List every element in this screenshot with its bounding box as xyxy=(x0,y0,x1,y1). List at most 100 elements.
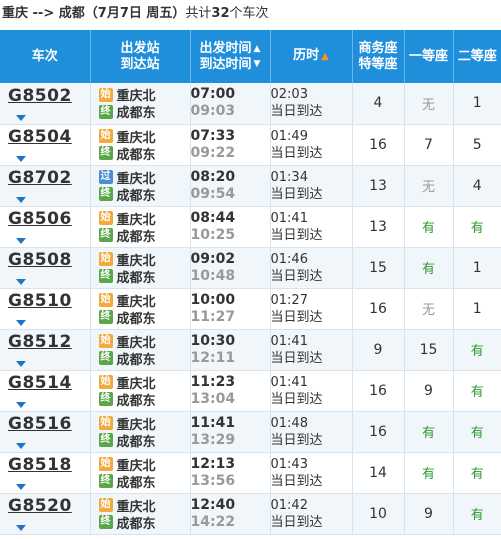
train-code-cell: G8702 xyxy=(0,165,91,207)
first-class-seat-count: 无 xyxy=(404,288,454,330)
chevron-down-icon[interactable] xyxy=(16,443,26,449)
arrival-day: 当日到达 xyxy=(270,186,323,202)
duration: 01:41 xyxy=(270,210,308,226)
chevron-down-icon[interactable] xyxy=(16,402,26,408)
sort-asc-icon[interactable]: ▲ xyxy=(321,51,329,62)
second-class-seat-count: 有 xyxy=(453,411,501,453)
chevron-down-icon[interactable] xyxy=(16,238,26,244)
duration-cell: 01:27 当日到达 xyxy=(270,288,353,330)
table-header-row: 车次 出发站 到达站 出发时间 到达时间 ▲ ▼ 历时 ▲ 商务座 特等座 一等座 二等座 xyxy=(0,30,501,83)
second-class-seat-count: 有 xyxy=(453,493,501,535)
start-station-icon: 始 xyxy=(98,129,113,143)
to-station: 终成都东 xyxy=(91,309,190,327)
time-cell: 07:00 09:03 xyxy=(190,83,271,125)
route-arrow: --> xyxy=(28,6,59,21)
from-station: 始重庆北 xyxy=(91,497,190,515)
station-cell: 始重庆北终成都东 xyxy=(90,124,191,166)
first-class-seat-count: 有 xyxy=(404,206,454,248)
chevron-down-icon[interactable] xyxy=(16,361,26,367)
train-code-link[interactable]: G8514 xyxy=(8,373,72,393)
business-seat-count: 10 xyxy=(352,493,405,535)
train-code-link[interactable]: G8510 xyxy=(8,291,72,311)
first-class-seat-count: 有 xyxy=(404,247,454,289)
to-station-name: 成都东 xyxy=(116,311,156,327)
header-time[interactable]: 出发时间 到达时间 ▲ ▼ xyxy=(190,30,271,83)
departure-time: 07:33 xyxy=(190,127,236,144)
chevron-down-icon[interactable] xyxy=(16,525,26,531)
end-station-icon: 终 xyxy=(98,515,113,529)
chevron-down-icon[interactable] xyxy=(16,320,26,326)
train-code-cell: G8504 xyxy=(0,124,91,166)
table-row: G8502 始重庆北终成都东 07:00 09:03 02:03 当日到达 4 无 1 xyxy=(0,83,501,125)
train-code-link[interactable]: G8518 xyxy=(8,455,72,475)
duration-cell: 01:41 当日到达 xyxy=(270,329,353,371)
departure-time: 09:02 xyxy=(190,250,236,267)
business-seat-count: 16 xyxy=(352,124,405,166)
arrival-time: 13:29 xyxy=(190,431,236,448)
departure-time: 07:00 xyxy=(190,86,236,103)
second-class-seat-count: 4 xyxy=(453,165,501,207)
first-class-seat-count: 无 xyxy=(404,83,454,125)
header-duration[interactable]: 历时 ▲ xyxy=(270,30,353,83)
train-code-link[interactable]: G8506 xyxy=(8,209,72,229)
route-summary: 重庆 --> 成都（7月7日 周五）共计32个车次 xyxy=(0,0,501,30)
arrival-time: 13:56 xyxy=(190,472,236,489)
sort-down-icon[interactable]: ▼ xyxy=(254,59,261,69)
to-station-name: 成都东 xyxy=(116,516,156,532)
station-cell: 始重庆北终成都东 xyxy=(90,206,191,248)
to-station: 终成都东 xyxy=(91,473,190,491)
duration: 01:49 xyxy=(270,128,308,144)
train-code-link[interactable]: G8504 xyxy=(8,127,72,147)
train-table: 车次 出发站 到达站 出发时间 到达时间 ▲ ▼ 历时 ▲ 商务座 特等座 一等座 二等座… xyxy=(0,30,501,535)
start-station-icon: 始 xyxy=(98,211,113,225)
table-row: G8512 始重庆北终成都东 10:30 12:11 01:41 当日到达 9 15 有 xyxy=(0,329,501,371)
header-business: 商务座 特等座 xyxy=(352,30,405,83)
chevron-down-icon[interactable] xyxy=(16,279,26,285)
from-station: 始重庆北 xyxy=(91,333,190,351)
second-class-seat-count: 有 xyxy=(453,329,501,371)
chevron-down-icon[interactable] xyxy=(16,484,26,490)
arrival-day: 当日到达 xyxy=(270,145,323,161)
to-station: 终成都东 xyxy=(91,350,190,368)
chevron-down-icon[interactable] xyxy=(16,156,26,162)
start-station-icon: 始 xyxy=(98,334,113,348)
chevron-down-icon[interactable] xyxy=(16,197,26,203)
train-code-link[interactable]: G8520 xyxy=(8,496,72,516)
time-cell: 10:00 11:27 xyxy=(190,288,271,330)
arrival-time: 12:11 xyxy=(190,349,236,366)
duration-cell: 01:49 当日到达 xyxy=(270,124,353,166)
train-code-link[interactable]: G8512 xyxy=(8,332,72,352)
train-code-link[interactable]: G8502 xyxy=(8,86,72,106)
second-class-seat-count: 1 xyxy=(453,247,501,289)
train-code-cell: G8502 xyxy=(0,83,91,125)
arrival-day: 当日到达 xyxy=(270,309,323,325)
station-cell: 始重庆北终成都东 xyxy=(90,370,191,412)
time-cell: 11:23 13:04 xyxy=(190,370,271,412)
train-code-link[interactable]: G8702 xyxy=(8,168,72,188)
departure-time: 08:20 xyxy=(190,168,236,185)
train-code-link[interactable]: G8516 xyxy=(8,414,72,434)
pass-station-icon: 过 xyxy=(98,170,113,184)
station-cell: 始重庆北终成都东 xyxy=(90,288,191,330)
train-code-cell: G8514 xyxy=(0,370,91,412)
table-row: G8520 始重庆北终成都东 12:40 14:22 01:42 当日到达 10 9 有 xyxy=(0,493,501,535)
arrival-time: 10:25 xyxy=(190,226,236,243)
train-code-cell: G8506 xyxy=(0,206,91,248)
business-seat-count: 16 xyxy=(352,288,405,330)
start-station-icon: 始 xyxy=(98,498,113,512)
business-seat-count: 13 xyxy=(352,165,405,207)
train-code-link[interactable]: G8508 xyxy=(8,250,72,270)
to-station: 终成都东 xyxy=(91,145,190,163)
duration: 02:03 xyxy=(270,87,308,103)
arrival-day: 当日到达 xyxy=(270,473,323,489)
end-station-icon: 终 xyxy=(98,474,113,488)
departure-time: 10:00 xyxy=(190,291,236,308)
chevron-down-icon[interactable] xyxy=(16,114,26,121)
station-cell: 始重庆北终成都东 xyxy=(90,493,191,535)
sort-up-icon[interactable]: ▲ xyxy=(254,44,261,54)
to-station-name: 成都东 xyxy=(116,106,156,122)
train-code-cell: G8520 xyxy=(0,493,91,535)
train-code-cell: G8508 xyxy=(0,247,91,289)
departure-time: 11:41 xyxy=(190,414,236,431)
to-station: 终成都东 xyxy=(91,103,190,122)
